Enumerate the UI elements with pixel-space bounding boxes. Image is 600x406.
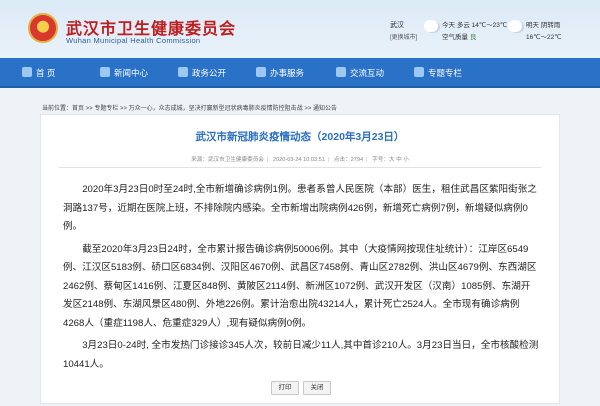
article-paragraph: 截至2020年3月23日24时，全市累计报告确诊病例50006例。其中（大疫情网…	[63, 243, 537, 329]
article-date: 2020-03-24 10:03:51	[272, 157, 325, 163]
site-header: 武汉市卫生健康委员会 Wuhan Municipal Health Commis…	[0, 0, 600, 58]
weather-tomorrow: 明天 阴转雨	[526, 22, 561, 29]
breadcrumb[interactable]: 当前位置：首页 >> 专题专栏 >> 万众一心，众志成城，坚决打赢新型冠状病毒肺…	[42, 103, 337, 112]
cloudy-icon	[424, 20, 438, 32]
article-meta: 来源：武汉市卫生健康委员会 | 2020-03-24 10:03:51 | 点击：2…	[191, 157, 409, 163]
article-title: 武汉市新冠肺炎疫情动态（2020年3月23日）	[195, 131, 405, 143]
change-city-link[interactable]: [更换城市]	[390, 32, 417, 41]
divider	[59, 167, 541, 168]
article-paragraph: 3月23日0-24时, 全市发热门诊接诊345人次，较前日减少11人,其中首诊2…	[63, 340, 539, 370]
document-icon	[178, 67, 188, 77]
article-card: 武汉市新冠肺炎疫情动态（2020年3月23日） 来源：武汉市卫生健康委员会 | 2…	[40, 114, 560, 404]
home-icon	[22, 67, 32, 77]
national-emblem-logo	[28, 13, 58, 43]
nav-home[interactable]: 首 页	[22, 58, 55, 88]
weather-city: 武汉	[390, 22, 404, 29]
font-size-options[interactable]: 大 中 小	[389, 157, 409, 163]
close-button[interactable]: 关闭	[303, 381, 331, 395]
print-button[interactable]: 打印	[271, 381, 299, 395]
weather-tomorrow-temp: 16℃～22℃	[526, 34, 562, 41]
nav-interaction[interactable]: 交流互动	[336, 58, 384, 88]
megaphone-icon	[100, 67, 110, 77]
air-quality: 空气质量 良	[442, 34, 477, 41]
nav-special-topics[interactable]: 专题专栏	[414, 58, 462, 88]
nav-government-affairs[interactable]: 政务公开	[178, 58, 226, 88]
weather-today: 今天 多云 14℃～23℃	[442, 22, 508, 29]
nav-services[interactable]: 办事服务	[256, 58, 304, 88]
article-source: 来源：武汉市卫生健康委员会	[191, 157, 264, 163]
article-views: 2794	[350, 157, 364, 163]
screen-icon	[256, 67, 266, 77]
chat-icon	[336, 67, 346, 77]
article-paragraph: 2020年3月23日0时至24时,全市新增确诊病例1例。患者系曾人民医院（本部）…	[63, 184, 537, 232]
site-name-en: Wuhan Municipal Health Commission	[66, 36, 201, 45]
main-nav: 首 页 新闻中心 政务公开 办事服务 交流互动 专题专栏	[0, 58, 600, 88]
cloud-rain-icon	[508, 20, 522, 32]
lightbulb-icon	[414, 67, 424, 77]
nav-news-center[interactable]: 新闻中心	[100, 58, 148, 88]
article-body: 2020年3月23日0时至24时,全市新增确诊病例1例。患者系曾人民医院（本部）…	[63, 181, 539, 374]
